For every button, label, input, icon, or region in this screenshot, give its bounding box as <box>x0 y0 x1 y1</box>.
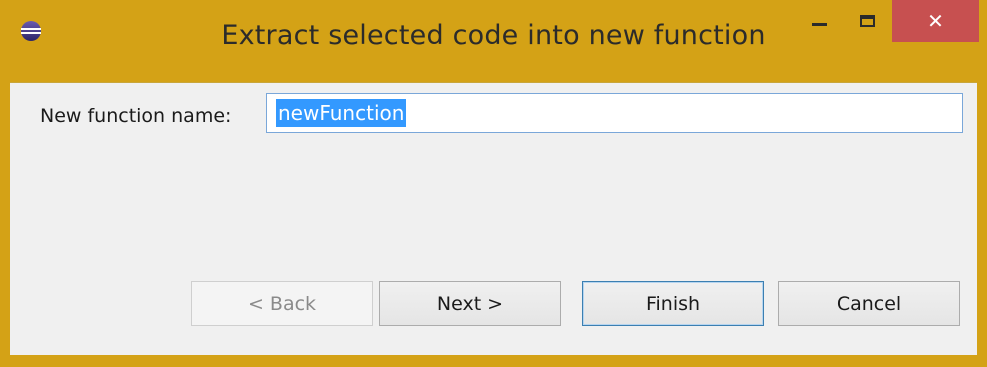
maximize-icon <box>859 15 875 27</box>
function-name-label: New function name: <box>40 105 232 127</box>
maximize-button[interactable] <box>845 0 889 42</box>
dialog-body: New function name: newFunction < Back Ne… <box>10 82 977 355</box>
function-name-input[interactable]: newFunction <box>266 93 963 133</box>
finish-button[interactable]: Finish <box>582 281 764 326</box>
back-button[interactable]: < Back <box>191 281 373 326</box>
title-bar[interactable]: Extract selected code into new function … <box>0 0 987 82</box>
close-button[interactable]: ✕ <box>892 0 979 42</box>
minimize-button[interactable] <box>797 0 841 42</box>
close-icon: ✕ <box>927 9 944 33</box>
function-name-value: newFunction <box>276 99 407 127</box>
next-button[interactable]: Next > <box>379 281 561 326</box>
dialog-window: Extract selected code into new function … <box>0 0 987 367</box>
cancel-button[interactable]: Cancel <box>778 281 960 326</box>
minimize-icon <box>811 22 827 26</box>
